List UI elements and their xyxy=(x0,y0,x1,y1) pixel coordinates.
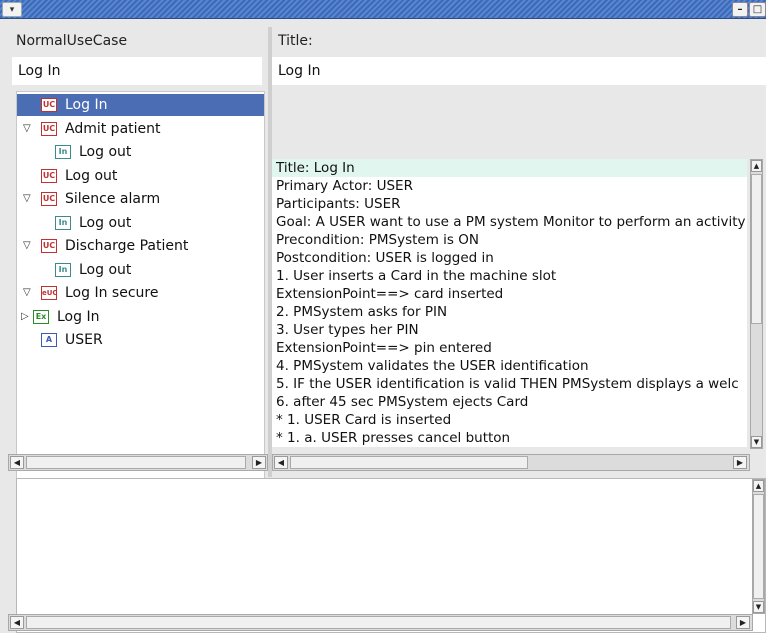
detail-vertical-scrollbar[interactable]: ▲ ▼ xyxy=(750,159,763,449)
output-pane[interactable]: ▲ ▼ ◀ ▶ xyxy=(8,478,766,633)
scroll-left-icon[interactable]: ◀ xyxy=(10,456,24,469)
detail-line: 1. User inserts a Card in the machine sl… xyxy=(276,268,557,284)
tree-item[interactable]: In Log out xyxy=(17,212,262,234)
usecase-icon: UC xyxy=(41,121,57,136)
usecase-icon: UC xyxy=(41,239,57,253)
tree-item[interactable]: In Log out xyxy=(17,141,262,163)
detail-line: 3. User types her PIN xyxy=(276,322,419,338)
scroll-thumb[interactable] xyxy=(753,494,764,599)
output-horizontal-scrollbar[interactable]: ◀ ▶ xyxy=(8,614,753,631)
tree-item[interactable]: UC Log In xyxy=(17,94,264,116)
title-field[interactable]: Log In xyxy=(272,57,766,85)
include-icon: In xyxy=(55,262,71,277)
detail-line: ExtensionPoint==> card inserted xyxy=(276,286,504,302)
expand-toggle-icon[interactable]: ▽ xyxy=(23,235,31,257)
detail-line: * 1. USER Card is inserted xyxy=(276,412,452,428)
tree-item-label: Discharge Patient xyxy=(65,238,189,254)
scroll-right-icon[interactable]: ▶ xyxy=(252,456,266,469)
window-menu-icon[interactable]: ▾ xyxy=(2,2,22,17)
tree-item-label: Admit patient xyxy=(65,120,161,137)
tree-item-label: Log out xyxy=(65,167,118,184)
tree-item[interactable]: UC Log out xyxy=(17,165,262,187)
scroll-right-icon[interactable]: ▶ xyxy=(736,616,750,629)
tree-item[interactable]: ▽ UC Silence alarm xyxy=(17,188,262,210)
tree-item-label: Log In xyxy=(65,97,108,113)
detail-line: 5. IF the USER identification is valid T… xyxy=(276,376,739,392)
scroll-up-icon[interactable]: ▲ xyxy=(751,160,762,172)
tree-item[interactable]: ▽ eUC Log In secure xyxy=(17,282,262,304)
tree-item-label: Log out xyxy=(79,261,132,278)
detail-line: Postcondition: USER is logged in xyxy=(276,250,494,266)
tree-item[interactable]: In Log out xyxy=(17,259,262,281)
tree-item-label: Log out xyxy=(79,214,132,231)
title-bar[interactable]: ▾ – □ xyxy=(0,0,766,19)
scroll-down-icon[interactable]: ▼ xyxy=(753,601,764,613)
tree-item[interactable]: A USER xyxy=(17,329,262,351)
scroll-left-icon[interactable]: ◀ xyxy=(10,616,24,629)
tree-item-label: Log In secure xyxy=(65,285,159,301)
title-label: Title: xyxy=(278,33,313,49)
tree-item[interactable]: ▽ UC Discharge Patient xyxy=(17,235,262,257)
detail-line: * 1. a. USER presses cancel button xyxy=(276,430,511,446)
detail-line: Title: Log In xyxy=(276,160,355,176)
scroll-thumb[interactable] xyxy=(26,616,731,629)
usecase-icon: UC xyxy=(41,192,57,206)
extended-usecase-icon: eUC xyxy=(41,286,58,300)
detail-horizontal-scrollbar[interactable]: ◀ ▶ xyxy=(272,454,750,471)
tree-item[interactable]: ▽ UC Admit patient xyxy=(17,118,262,140)
detail-line: 4. PMSystem validates the USER identific… xyxy=(276,358,589,374)
tree-item-label: USER xyxy=(65,332,103,348)
tree-item-label: Silence alarm xyxy=(65,191,161,207)
scroll-thumb[interactable] xyxy=(26,456,246,469)
scroll-thumb[interactable] xyxy=(290,456,528,469)
expand-toggle-icon[interactable]: ▽ xyxy=(23,282,31,304)
scroll-up-icon[interactable]: ▲ xyxy=(753,480,764,492)
detail-line: 6. after 45 sec PMSystem ejects Card xyxy=(276,394,529,410)
detail-line: Precondition: PMSystem is ON xyxy=(276,232,479,248)
include-icon: In xyxy=(55,145,71,159)
normal-usecase-label: NormalUseCase xyxy=(16,33,128,49)
scroll-thumb[interactable] xyxy=(751,174,762,324)
left-panel: NormalUseCase Log In UC Log In ▽ UC Admit pa… xyxy=(8,27,268,479)
tree-item-label: Log In xyxy=(57,308,100,325)
scroll-down-icon[interactable]: ▼ xyxy=(751,436,762,448)
usecase-icon: UC xyxy=(41,168,57,183)
collapse-toggle-icon[interactable]: ▷ xyxy=(21,306,29,328)
output-vertical-scrollbar[interactable]: ▲ ▼ xyxy=(752,479,765,614)
detail-line: 2. PMSystem asks for PIN xyxy=(276,304,448,320)
expand-toggle-icon[interactable]: ▽ xyxy=(23,118,31,140)
usecase-detail-text[interactable]: Title: Log In Primary Actor: USER Particip… xyxy=(272,159,747,447)
scroll-right-icon[interactable]: ▶ xyxy=(733,456,747,469)
minimize-icon[interactable]: – xyxy=(732,2,748,17)
app-window: ▾ – □ NormalUseCase Log In UC Log In ▽ UC Ad… xyxy=(0,0,766,633)
usecase-icon: UC xyxy=(41,98,57,112)
extension-icon: Ex xyxy=(33,309,49,324)
tree-item-label: Log out xyxy=(79,144,132,160)
detail-line: Participants: USER xyxy=(276,196,401,212)
include-icon: In xyxy=(55,215,71,230)
scroll-left-icon[interactable]: ◀ xyxy=(274,456,288,469)
detail-line: Goal: A USER want to use a PM system Mon… xyxy=(276,214,747,230)
usecase-name-field[interactable]: Log In xyxy=(12,57,262,85)
actor-icon: A xyxy=(41,333,57,347)
expand-toggle-icon[interactable]: ▽ xyxy=(23,188,31,210)
maximize-icon[interactable]: □ xyxy=(749,2,766,17)
right-panel: Title: Log In Title: Log In Primary Actor… xyxy=(272,27,766,473)
detail-line: ExtensionPoint==> pin entered xyxy=(276,340,492,356)
usecase-tree[interactable]: UC Log In ▽ UC Admit patient In Log out UC Log o… xyxy=(16,91,265,479)
tree-item[interactable]: ▷ Ex Log In xyxy=(17,306,262,328)
detail-line: Primary Actor: USER xyxy=(276,178,413,194)
tree-horizontal-scrollbar[interactable]: ◀ ▶ xyxy=(8,454,268,471)
